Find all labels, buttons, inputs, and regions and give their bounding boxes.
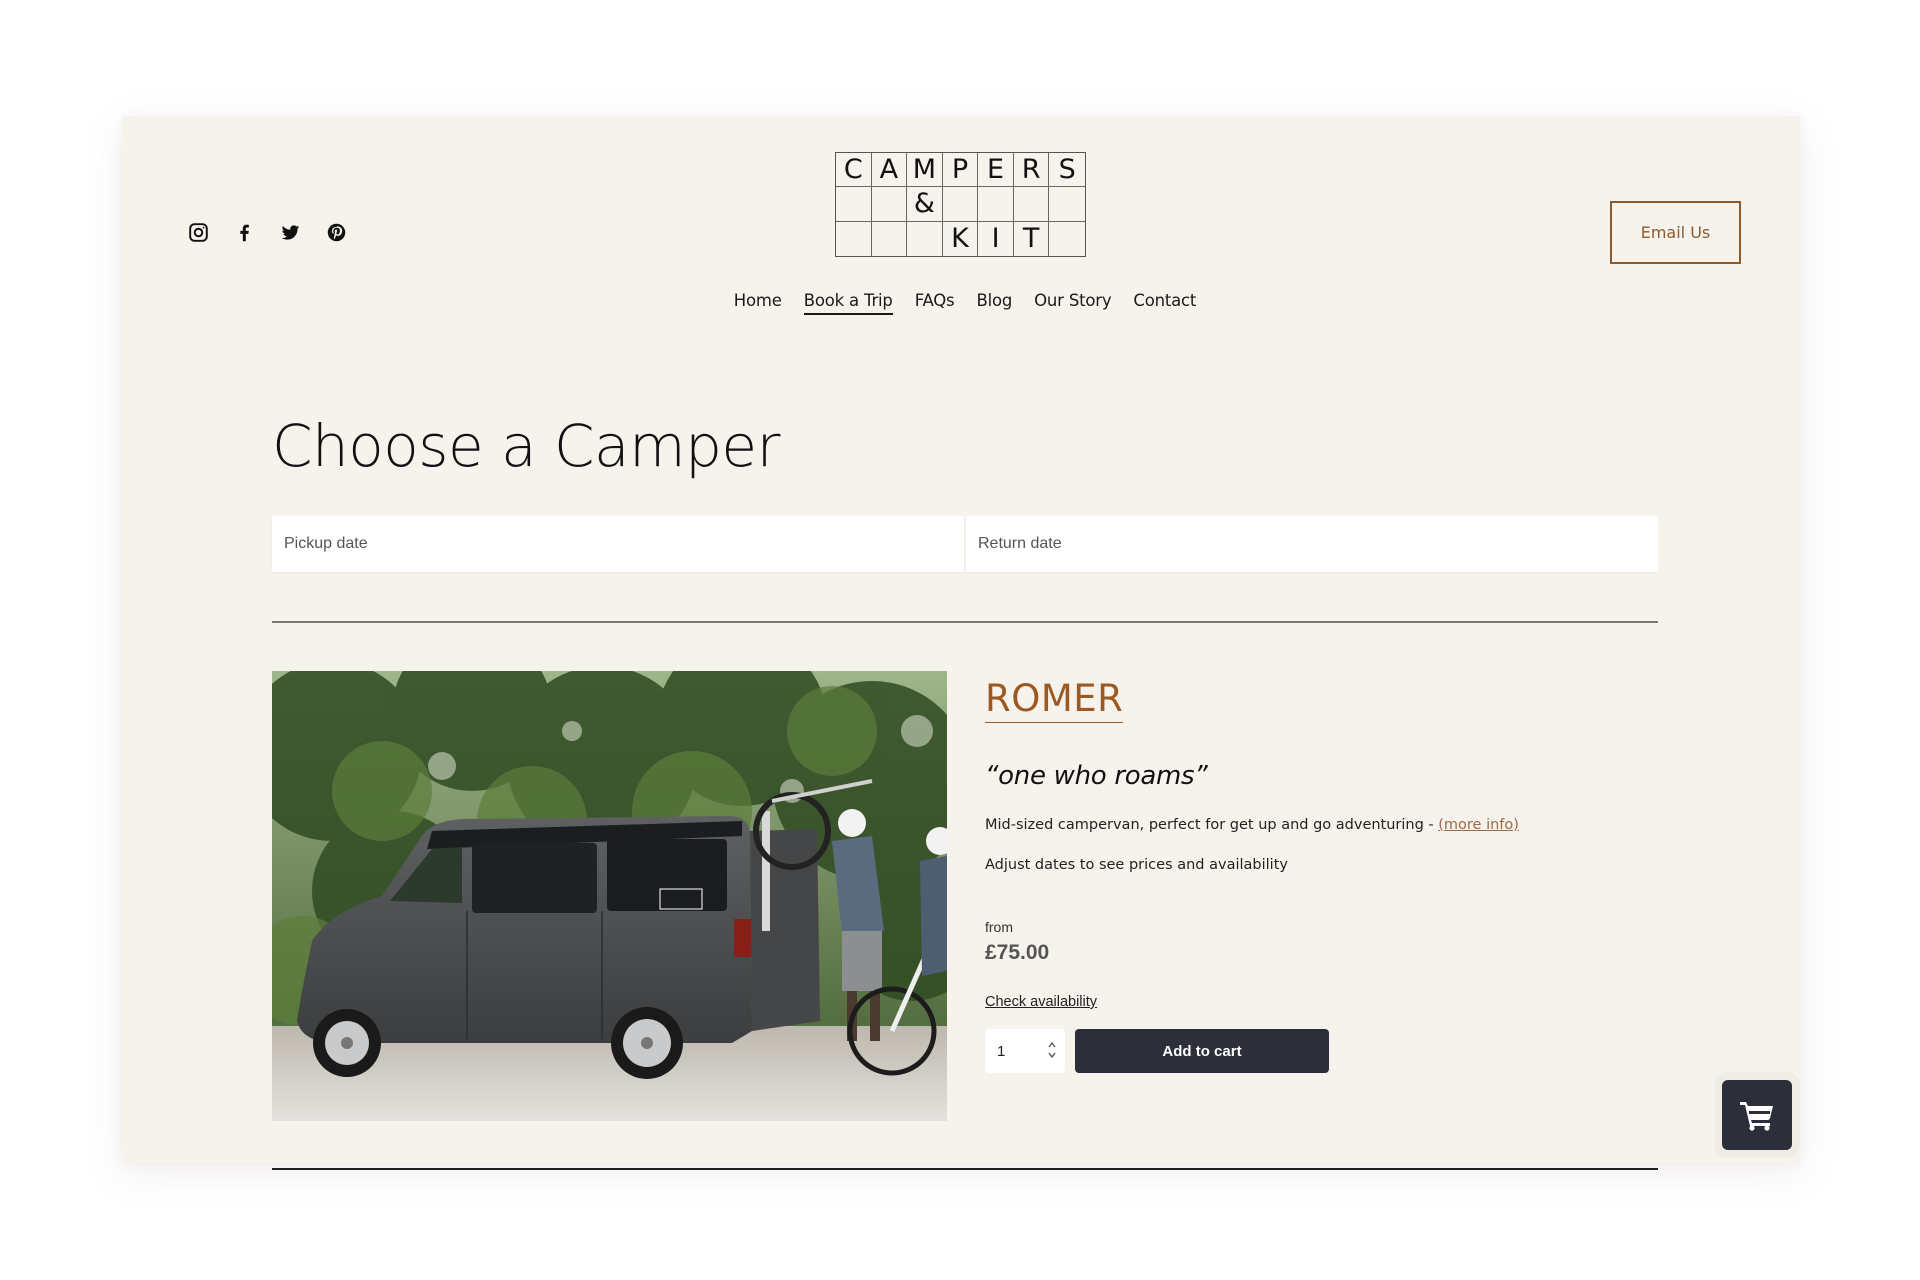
add-to-cart-button[interactable]: Add to cart xyxy=(1075,1029,1329,1073)
product-description: Mid-sized campervan, perfect for get up … xyxy=(985,817,1665,833)
instagram-link[interactable] xyxy=(188,222,209,243)
main-nav: Home Book a Trip FAQs Blog Our Story Contact xyxy=(122,291,1800,315)
logo-cell xyxy=(1049,222,1085,256)
logo-cell xyxy=(872,221,908,256)
logo-cell: S xyxy=(1049,153,1085,188)
logo-cell: I xyxy=(978,221,1014,256)
product-info: ROMER “one who roams” Mid-sized camperva… xyxy=(985,671,1665,1073)
twitter-icon xyxy=(281,225,300,240)
nav-item-blog[interactable]: Blog xyxy=(976,291,1012,315)
logo-cell: T xyxy=(1014,221,1050,256)
instagram-icon xyxy=(189,223,208,242)
more-info-link[interactable]: (more info) xyxy=(1438,817,1519,833)
logo-cell xyxy=(907,221,943,256)
logo-cell: E xyxy=(978,153,1014,188)
logo-cell xyxy=(1049,187,1085,222)
quantity-stepper[interactable]: 1 xyxy=(985,1029,1065,1073)
logo-cell: P xyxy=(942,153,979,188)
page-title: Choose a Camper xyxy=(272,412,780,480)
pinterest-icon xyxy=(327,223,346,242)
product-name-link[interactable]: ROMER xyxy=(985,677,1124,723)
divider-bottom xyxy=(272,1168,1658,1170)
pinterest-link[interactable] xyxy=(326,222,347,243)
logo-cell: M xyxy=(907,153,943,188)
product-image[interactable] xyxy=(272,671,947,1121)
campervan-photo xyxy=(272,671,947,1121)
twitter-link[interactable] xyxy=(280,222,301,243)
email-us-button[interactable]: Email Us xyxy=(1610,201,1741,264)
cart-button[interactable] xyxy=(1722,1080,1792,1150)
product-description-text: Mid-sized campervan, perfect for get up … xyxy=(985,817,1439,833)
facebook-link[interactable] xyxy=(234,222,255,243)
page-card: C A M P E R S & K I T Email Us Home Book a Trip FAQs… xyxy=(122,116,1800,1170)
logo-cell xyxy=(836,187,872,222)
divider-top xyxy=(272,621,1658,623)
quantity-value: 1 xyxy=(997,1042,1006,1060)
logo-cell xyxy=(942,187,979,222)
shopping-cart-icon xyxy=(1740,1102,1773,1131)
return-date-input[interactable] xyxy=(966,516,1658,572)
logo-cell xyxy=(836,221,872,256)
price-prefix: from xyxy=(985,919,1013,935)
logo-cell: K xyxy=(943,221,979,256)
nav-item-our-story[interactable]: Our Story xyxy=(1034,291,1111,315)
logo-cell: R xyxy=(1013,153,1050,188)
add-to-cart-row: 1 Add to cart xyxy=(985,1029,1665,1073)
logo-cell: & xyxy=(907,187,943,222)
logo-cell: A xyxy=(871,153,908,188)
check-availability-link[interactable]: Check availability xyxy=(985,994,1097,1010)
logo-cell xyxy=(871,187,908,222)
stepper-arrows-icon[interactable] xyxy=(1047,1039,1057,1061)
nav-item-contact[interactable]: Contact xyxy=(1133,291,1196,315)
nav-item-book-a-trip[interactable]: Book a Trip xyxy=(803,291,893,315)
logo-cell xyxy=(978,187,1014,222)
logo-cell: C xyxy=(836,153,872,188)
facebook-icon xyxy=(240,224,249,242)
pickup-date-input[interactable] xyxy=(272,516,964,572)
product-tagline: “one who roams” xyxy=(985,761,1208,791)
campers-and-kit-logo[interactable]: C A M P E R S & K I T xyxy=(835,152,1086,257)
nav-item-faqs[interactable]: FAQs xyxy=(915,291,955,315)
adjust-dates-note: Adjust dates to see prices and availabil… xyxy=(985,857,1288,873)
social-links xyxy=(188,222,347,243)
price: £75.00 xyxy=(985,941,1050,964)
logo-cell xyxy=(1013,187,1050,222)
nav-item-home[interactable]: Home xyxy=(734,291,782,315)
date-range-picker xyxy=(272,516,1658,572)
